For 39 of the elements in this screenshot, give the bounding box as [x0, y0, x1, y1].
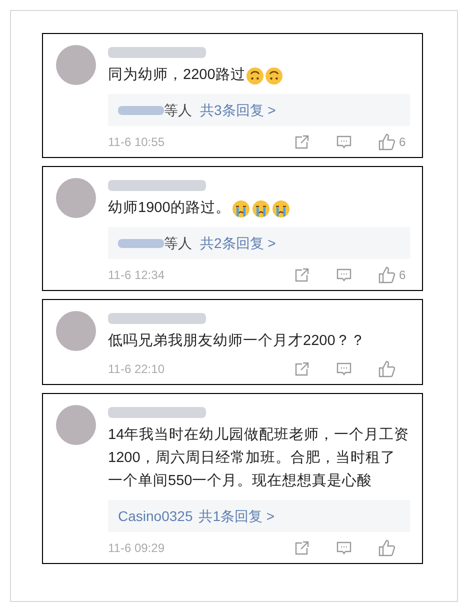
like-count: 6: [399, 134, 406, 151]
comment-text: 幼师1900的路过。: [108, 199, 230, 218]
comment-icon[interactable]: [336, 361, 352, 377]
view-replies-link[interactable]: 共1条回复 >: [198, 506, 275, 526]
avatar-placeholder: [56, 405, 96, 445]
comment-icon[interactable]: [336, 134, 352, 150]
thumbs-up-icon[interactable]: [378, 539, 396, 557]
thumbs-up-icon[interactable]: [378, 360, 396, 378]
thumbs-up-icon[interactable]: [378, 133, 396, 151]
view-replies-link[interactable]: 共3条回复 >: [200, 100, 276, 120]
avatar-placeholder: [56, 45, 96, 85]
comment-text: 同为幼师，2200路过: [108, 66, 246, 85]
crying-face-emoji-icon: [252, 200, 270, 218]
share-icon[interactable]: [294, 361, 310, 377]
comment-icon[interactable]: [336, 540, 352, 556]
comment-icon[interactable]: [336, 267, 352, 283]
avatar-placeholder: [56, 178, 96, 218]
upside-down-face-emoji-icon: [265, 66, 284, 84]
share-icon[interactable]: [294, 267, 310, 283]
avatar-placeholder: [56, 311, 96, 351]
reply-author[interactable]: Casino0325: [118, 506, 193, 526]
crying-face-emoji-icon: [272, 200, 290, 218]
blurred-reply-author: [118, 238, 164, 248]
comment-time: 11-6 12:34: [108, 267, 166, 284]
view-replies-link[interactable]: 共2条回复 >: [200, 232, 276, 254]
reply-others-label: 等人: [164, 234, 192, 252]
thumbs-up-icon[interactable]: [378, 266, 396, 284]
comment-text: 14年我当时在幼儿园做配班老师，一个月工资1200，周六周日经常加班。合肥，当时租了一个单间550一个月。现在想想真是心酸: [108, 426, 410, 491]
share-icon[interactable]: [294, 134, 310, 150]
comment-time: 11-6 22:10: [108, 361, 166, 378]
comment-text: 低吗兄弟我朋友幼师一个月才2200？？: [108, 332, 366, 351]
crying-face-emoji-icon: [232, 200, 250, 218]
like-count: 6: [399, 267, 406, 284]
blurred-reply-author: [118, 106, 164, 114]
comment-time: 11-6 09:29: [108, 540, 166, 557]
comment-time: 11-6 10:55: [108, 134, 166, 151]
upside-down-face-emoji-icon: [246, 66, 264, 84]
share-icon[interactable]: [294, 540, 310, 556]
reply-others-label: 等人: [164, 100, 192, 120]
